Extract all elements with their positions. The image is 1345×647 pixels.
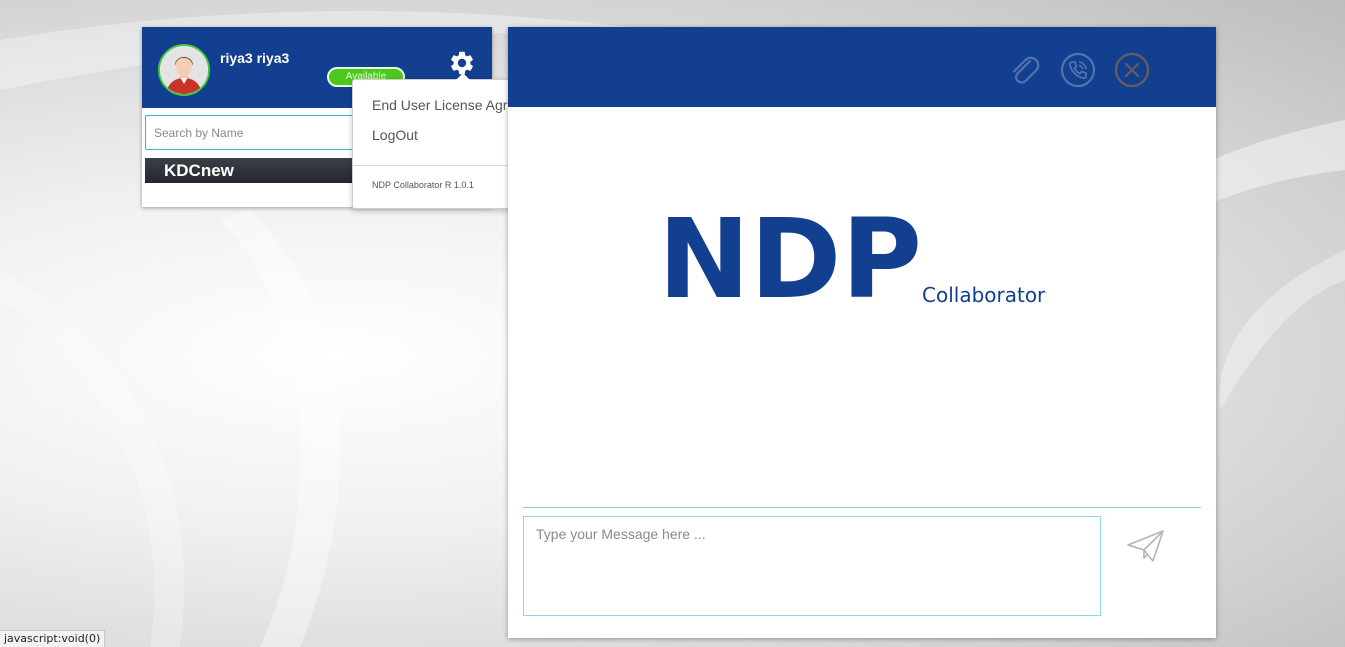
logo-ndp: NDP [658,195,922,323]
browser-status-bar: javascript:void(0) [0,630,106,647]
chat-divider [523,507,1201,508]
send-icon[interactable] [1125,527,1167,565]
version-label: NDP Collaborator R 1.0.1 [372,180,474,190]
phone-call-icon[interactable] [1060,52,1096,88]
contact-group-item[interactable]: KDCnew [145,158,355,183]
dropdown-caret [456,73,470,80]
paperclip-icon[interactable] [1006,52,1042,88]
avatar-image [160,46,208,94]
close-icon[interactable] [1114,52,1150,88]
message-input[interactable] [523,516,1101,616]
menu-item-logout[interactable]: LogOut [372,127,418,143]
chat-panel: NDP Collaborator [508,27,1216,638]
avatar[interactable] [158,44,210,96]
chat-header [508,27,1216,107]
user-name: riya3 riya3 [220,50,290,66]
search-input[interactable] [145,115,355,150]
logo-collaborator: Collaborator [922,283,1046,307]
